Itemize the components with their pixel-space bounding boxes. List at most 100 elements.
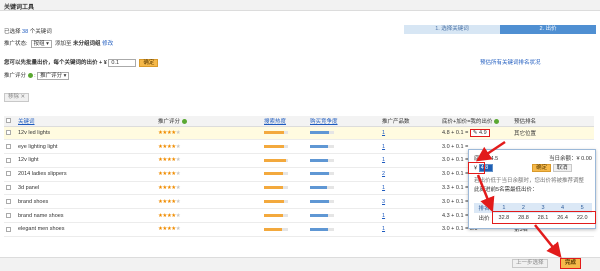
heat-bar-cell [262, 139, 308, 155]
bulk-bid-input[interactable]: 0.1 [108, 58, 137, 67]
products-link[interactable]: 3 [382, 199, 385, 205]
floor-price: 底价：4.5 [474, 156, 499, 162]
step-bid: 2. 出价 [500, 25, 596, 34]
daily-balance: 当日余额：¥ 0.00 [549, 156, 592, 162]
competition-bar [310, 227, 334, 231]
help-icon [493, 118, 499, 124]
products-link[interactable]: 1 [382, 213, 385, 219]
input-highlight-frame [468, 162, 485, 174]
keyword-cell: brand shoes [16, 194, 156, 210]
status-select[interactable]: 按组 ▾ [30, 39, 52, 48]
competition-bar-cell [308, 126, 380, 141]
summary-suffix: 个关键词 [29, 29, 52, 35]
heat-bar-cell [262, 208, 308, 224]
status-row: 推广状态: 按组 ▾ 添加至 未分组词组 修改 [4, 39, 113, 48]
products-link[interactable]: 1 [382, 226, 385, 232]
filter-select[interactable]: 推广评分 ▾ [37, 71, 70, 80]
products-link[interactable]: 1 [382, 130, 385, 136]
estimate-all-ranks-link[interactable]: 预估所有关键词排名状况 [480, 58, 541, 66]
added-group: 未分组词组 [73, 41, 101, 47]
header-bid: 底价+加价=我的出价 [440, 116, 512, 127]
competition-bar [310, 130, 334, 134]
heat-bar-cell [262, 126, 308, 141]
products-cell[interactable]: 1 [380, 126, 440, 141]
filter-select-value: 推广评分 [40, 72, 63, 79]
row-checkbox[interactable] [6, 129, 11, 135]
popup-confirm-button[interactable]: 确定 [532, 164, 552, 172]
products-cell[interactable]: 1 [380, 222, 440, 237]
row-checkbox-cell[interactable] [4, 139, 16, 155]
finish-button[interactable]: 完成 [560, 258, 582, 269]
header-keyword: 关键词 [16, 116, 156, 127]
score-stars: ★★★★★ [156, 167, 262, 182]
popup-note: 若出价低于当日余额时，您出价将被推荐调整 [474, 178, 585, 184]
keyword-cell: 12v led lights [16, 126, 156, 141]
select-all-checkbox[interactable] [6, 117, 11, 123]
popup-note-min-bid: 此刻进前5名需最低出价： [474, 187, 538, 193]
competition-bar [310, 172, 334, 176]
table-header: 关键词 推广评分 搜索热度 购买竞争度 推广产品数 底价+加价=我的出价 预估排… [4, 116, 594, 127]
products-cell[interactable]: 2 [380, 167, 440, 182]
row-checkbox-cell[interactable] [4, 126, 16, 141]
products-cell[interactable]: 1 [380, 181, 440, 196]
products-link[interactable]: 1 [382, 144, 385, 150]
heat-bar [264, 172, 288, 176]
row-checkbox[interactable] [6, 157, 11, 163]
popup-cancel-button[interactable]: 取消 [552, 164, 572, 173]
row-checkbox-cell[interactable] [4, 167, 16, 182]
heat-bar [264, 213, 288, 217]
competition-bar [310, 158, 334, 162]
competition-bar-cell [308, 181, 380, 196]
competition-bar [310, 144, 334, 148]
help-icon [181, 118, 187, 124]
competition-bar-cell [308, 139, 380, 155]
row-checkbox-cell[interactable] [4, 181, 16, 196]
bid-edit-box[interactable]: ✎ 4.9 [469, 128, 490, 137]
heat-bar-cell [262, 153, 308, 168]
products-link[interactable]: 2 [382, 171, 385, 177]
row-checkbox[interactable] [6, 198, 11, 204]
header-score: 推广评分 [156, 116, 262, 127]
score-stars: ★★★★★ [156, 126, 262, 141]
progress-steps: 1. 选择关键词 2. 出价 [404, 25, 596, 34]
row-checkbox[interactable] [6, 185, 11, 191]
products-cell[interactable]: 1 [380, 139, 440, 155]
score-stars: ★★★★★ [156, 153, 262, 168]
header-heat[interactable]: 搜索热度 [262, 116, 308, 127]
products-cell[interactable]: 1 [380, 153, 440, 168]
header-competition[interactable]: 购买竞争度 [308, 116, 380, 127]
rank-cell: 其它位置 [512, 126, 594, 141]
row-checkbox[interactable] [6, 226, 11, 232]
heat-bar [264, 199, 288, 203]
heat-bar [264, 158, 288, 162]
added-label: 添加至 [54, 41, 72, 47]
competition-bar-cell [308, 167, 380, 182]
row-checkbox-cell[interactable] [4, 208, 16, 224]
header-select-all[interactable] [4, 116, 16, 127]
row-checkbox[interactable] [6, 143, 11, 149]
table-row: 12v led lights ★★★★★ 1 4.8 + 0.1 = ✎ 4.9 其它位… [4, 126, 594, 141]
step-select-keywords: 1. 选择关键词 [404, 25, 500, 34]
score-stars: ★★★★★ [156, 181, 262, 196]
row-checkbox[interactable] [6, 171, 11, 177]
bulk-bid-confirm-button[interactable]: 确定 [139, 58, 159, 67]
row-checkbox-cell[interactable] [4, 194, 16, 210]
products-link[interactable]: 1 [382, 185, 385, 191]
row-checkbox[interactable] [6, 212, 11, 218]
row-checkbox-cell[interactable] [4, 222, 16, 237]
help-icon [27, 73, 33, 79]
modify-link[interactable]: 修改 [102, 41, 113, 47]
window-title: 关键词工具 [0, 0, 600, 11]
competition-bar [310, 213, 334, 217]
competition-bar [310, 199, 334, 203]
products-link[interactable]: 1 [382, 157, 385, 163]
bulk-bid-text: 您可以先批量出价，每个关键词的出价 + ¥ [4, 60, 109, 66]
remove-button[interactable]: 移除 ✕ [4, 93, 30, 102]
previous-step-button[interactable]: 上一步选择 [512, 259, 548, 268]
row-checkbox-cell[interactable] [4, 153, 16, 168]
heat-bar-cell [262, 167, 308, 182]
score-stars: ★★★★★ [156, 208, 262, 224]
products-cell[interactable]: 1 [380, 208, 440, 224]
summary-prefix: 已选择 [4, 29, 21, 35]
products-cell[interactable]: 3 [380, 194, 440, 210]
